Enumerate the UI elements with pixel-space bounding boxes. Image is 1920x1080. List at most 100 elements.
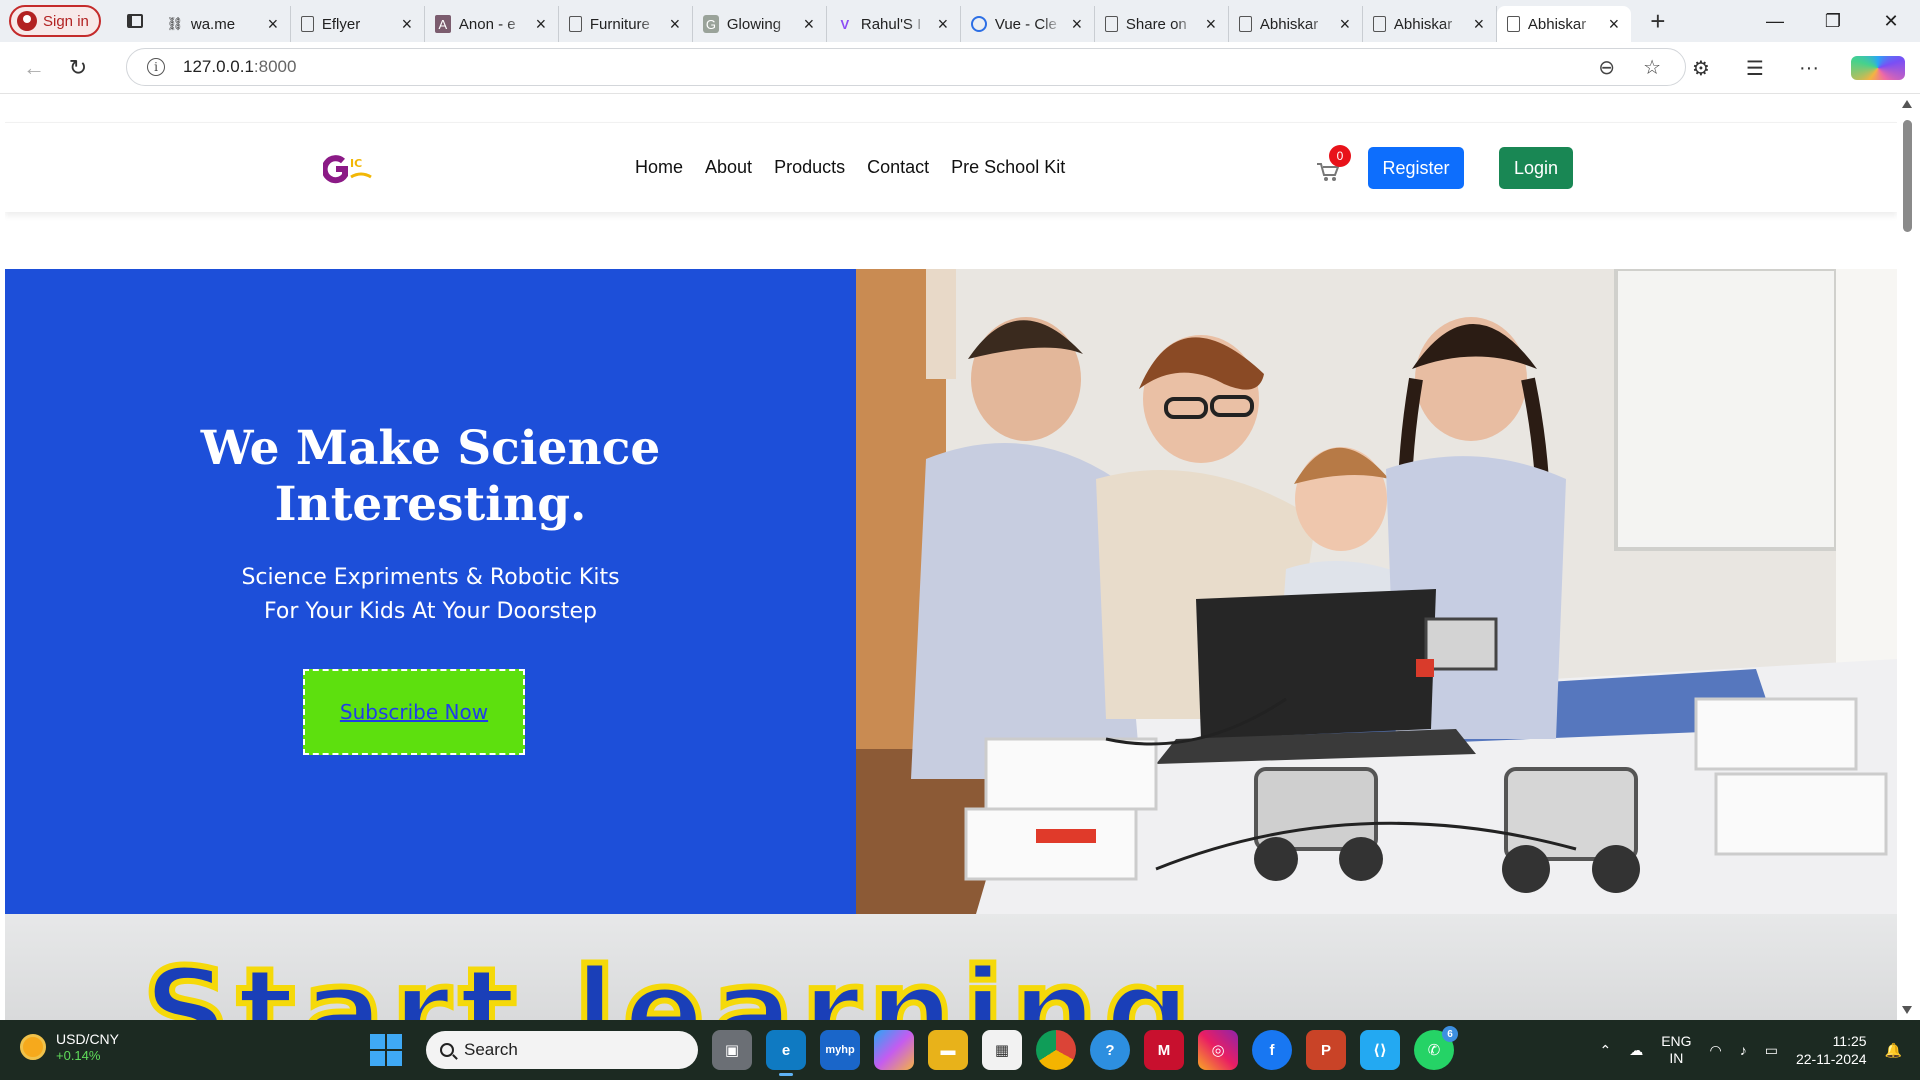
- notifications-bell-icon[interactable]: 🔔: [1885, 1042, 1902, 1059]
- copilot-icon[interactable]: [1851, 56, 1905, 80]
- edge-browser-icon[interactable]: e: [766, 1030, 806, 1076]
- browser-tab[interactable]: Share on ×: [1095, 6, 1229, 42]
- taskbar-search-box[interactable]: Search: [426, 1031, 698, 1069]
- browser-tab[interactable]: V Rahul'S I ×: [827, 6, 961, 42]
- tab-actions-icon: [126, 14, 143, 28]
- powerpoint-icon[interactable]: P: [1306, 1030, 1346, 1070]
- task-view-icon[interactable]: ▣: [712, 1030, 752, 1070]
- whatsapp-icon[interactable]: ✆ 6: [1414, 1026, 1458, 1070]
- favorite-star-icon[interactable]: ☆: [1643, 55, 1661, 80]
- search-placeholder: Search: [464, 1040, 518, 1059]
- tab-title: Share on: [1125, 15, 1187, 33]
- zoom-icon[interactable]: ⊖: [1598, 55, 1615, 80]
- url-port: :8000: [253, 57, 297, 76]
- close-tab-icon[interactable]: ×: [668, 14, 682, 35]
- new-tab-icon[interactable]: +: [1643, 6, 1673, 37]
- document-icon: [1372, 16, 1386, 32]
- file-explorer-icon[interactable]: ▬: [928, 1030, 968, 1070]
- tab-title: Eflyer: [321, 15, 361, 33]
- close-window-icon[interactable]: ✕: [1862, 0, 1920, 42]
- more-menu-icon[interactable]: ···: [1782, 57, 1836, 80]
- whatsapp-badge: 6: [1442, 1026, 1458, 1042]
- myhp-icon[interactable]: myhp: [820, 1030, 860, 1070]
- browser-tab[interactable]: ⛓ wa.me ×: [157, 6, 291, 42]
- address-bar: ← ↻ i 127.0.0.1:8000 ⊖ ☆ ⚙ ☰ ···: [0, 42, 1920, 94]
- browser-tab[interactable]: Vue - Cle ×: [961, 6, 1095, 42]
- wifi-icon[interactable]: ◠: [1710, 1042, 1722, 1059]
- restore-icon[interactable]: ❐: [1804, 0, 1862, 42]
- onedrive-icon[interactable]: ☁: [1629, 1042, 1643, 1059]
- browser-tab[interactable]: Eflyer ×: [291, 6, 425, 42]
- start-windows-icon[interactable]: [370, 1034, 402, 1066]
- close-tab-icon[interactable]: ×: [936, 14, 950, 35]
- get-help-icon[interactable]: ?: [1090, 1030, 1130, 1070]
- browser-tab[interactable]: G Glowing ×: [693, 6, 827, 42]
- nav-contact-link[interactable]: Contact: [867, 157, 929, 178]
- close-tab-icon[interactable]: ×: [802, 14, 816, 35]
- hero-section: We Make Science Interesting. Science Exp…: [5, 269, 1897, 914]
- scroll-thumb[interactable]: [1903, 120, 1912, 232]
- browser-tab[interactable]: Abhiskar ×: [1363, 6, 1497, 42]
- language-code: ENG: [1661, 1033, 1692, 1049]
- browser-tab-active[interactable]: Abhiskar ×: [1496, 6, 1631, 42]
- clock[interactable]: 11:25 22-11-2024: [1796, 1032, 1867, 1068]
- hero-title-line-1: We Make Science: [200, 421, 661, 476]
- subscribe-now-link[interactable]: Subscribe Now: [340, 700, 488, 724]
- facebook-icon[interactable]: f: [1252, 1030, 1292, 1070]
- hero-subtitle: Science Expriments & Robotic Kits For Yo…: [5, 561, 856, 629]
- site-logo-icon[interactable]: IC: [323, 155, 373, 185]
- tab-title: Furniture: [589, 15, 650, 33]
- scroll-down-icon[interactable]: [1902, 1006, 1912, 1014]
- browser-tab[interactable]: A Anon - e ×: [425, 6, 559, 42]
- reload-icon[interactable]: ↻: [58, 48, 98, 88]
- clock-time: 11:25: [1832, 1033, 1867, 1049]
- extensions-icon[interactable]: ⚙: [1674, 56, 1728, 81]
- nav-home-link[interactable]: Home: [635, 157, 683, 178]
- vscode-icon[interactable]: ⟨⟩: [1360, 1030, 1400, 1070]
- volume-icon[interactable]: ♪: [1740, 1042, 1747, 1058]
- show-hidden-icons-icon[interactable]: ⌃: [1599, 1042, 1611, 1059]
- minimize-icon[interactable]: —: [1746, 0, 1804, 42]
- tab-title: Abhiskar: [1393, 15, 1453, 33]
- microsoft-store-icon[interactable]: ▦: [982, 1030, 1022, 1070]
- hero-text-panel: We Make Science Interesting. Science Exp…: [5, 269, 856, 914]
- copilot-app-icon[interactable]: [874, 1030, 914, 1070]
- nav-preschool-kit-link[interactable]: Pre School Kit: [951, 157, 1065, 178]
- login-button[interactable]: Login: [1499, 147, 1573, 189]
- favorites-icon[interactable]: ☰: [1728, 56, 1782, 81]
- region-code: IN: [1669, 1050, 1684, 1066]
- browser-tab[interactable]: Furniture ×: [559, 6, 693, 42]
- battery-icon[interactable]: ▭: [1765, 1042, 1778, 1059]
- tab-actions-button[interactable]: [117, 6, 153, 36]
- broken-link-icon: ⛓: [166, 16, 184, 31]
- site-info-icon[interactable]: i: [147, 58, 165, 76]
- close-tab-icon[interactable]: ×: [1472, 14, 1486, 35]
- nav-products-link[interactable]: Products: [774, 157, 845, 178]
- close-tab-icon[interactable]: ×: [534, 14, 548, 35]
- profile-avatar-icon: [17, 11, 37, 31]
- tab-title: Anon - e: [458, 15, 516, 33]
- close-tab-icon[interactable]: ×: [1204, 14, 1218, 35]
- back-icon[interactable]: ←: [14, 48, 54, 88]
- close-tab-icon[interactable]: ×: [400, 14, 414, 35]
- document-icon: [568, 16, 582, 32]
- mcafee-icon[interactable]: M: [1144, 1030, 1184, 1070]
- instagram-icon[interactable]: ◎: [1198, 1030, 1238, 1070]
- browser-tab-strip: Sign in ⛓ wa.me × Eflyer × A Anon - e × …: [0, 0, 1920, 42]
- url-field[interactable]: i 127.0.0.1:8000 ⊖ ☆: [126, 48, 1686, 86]
- language-indicator[interactable]: ENG IN: [1661, 1033, 1691, 1067]
- nav-about-link[interactable]: About: [705, 157, 752, 178]
- profile-sign-in-button[interactable]: Sign in: [9, 5, 101, 37]
- close-tab-icon[interactable]: ×: [1070, 14, 1084, 35]
- register-button[interactable]: Register: [1368, 147, 1464, 189]
- chrome-icon[interactable]: [1036, 1030, 1076, 1070]
- close-tab-icon[interactable]: ×: [266, 14, 280, 35]
- page-scrollbar[interactable]: [1898, 94, 1916, 1020]
- tab-title: Abhiskar: [1259, 15, 1319, 33]
- close-tab-icon[interactable]: ×: [1607, 14, 1621, 35]
- browser-tab[interactable]: Abhiskar ×: [1229, 6, 1363, 42]
- anon-logo-icon: A: [434, 15, 451, 33]
- scroll-up-icon[interactable]: [1902, 100, 1912, 108]
- close-tab-icon[interactable]: ×: [1338, 14, 1352, 35]
- stock-ticker-widget[interactable]: USD/CNY +0.14%: [20, 1030, 119, 1063]
